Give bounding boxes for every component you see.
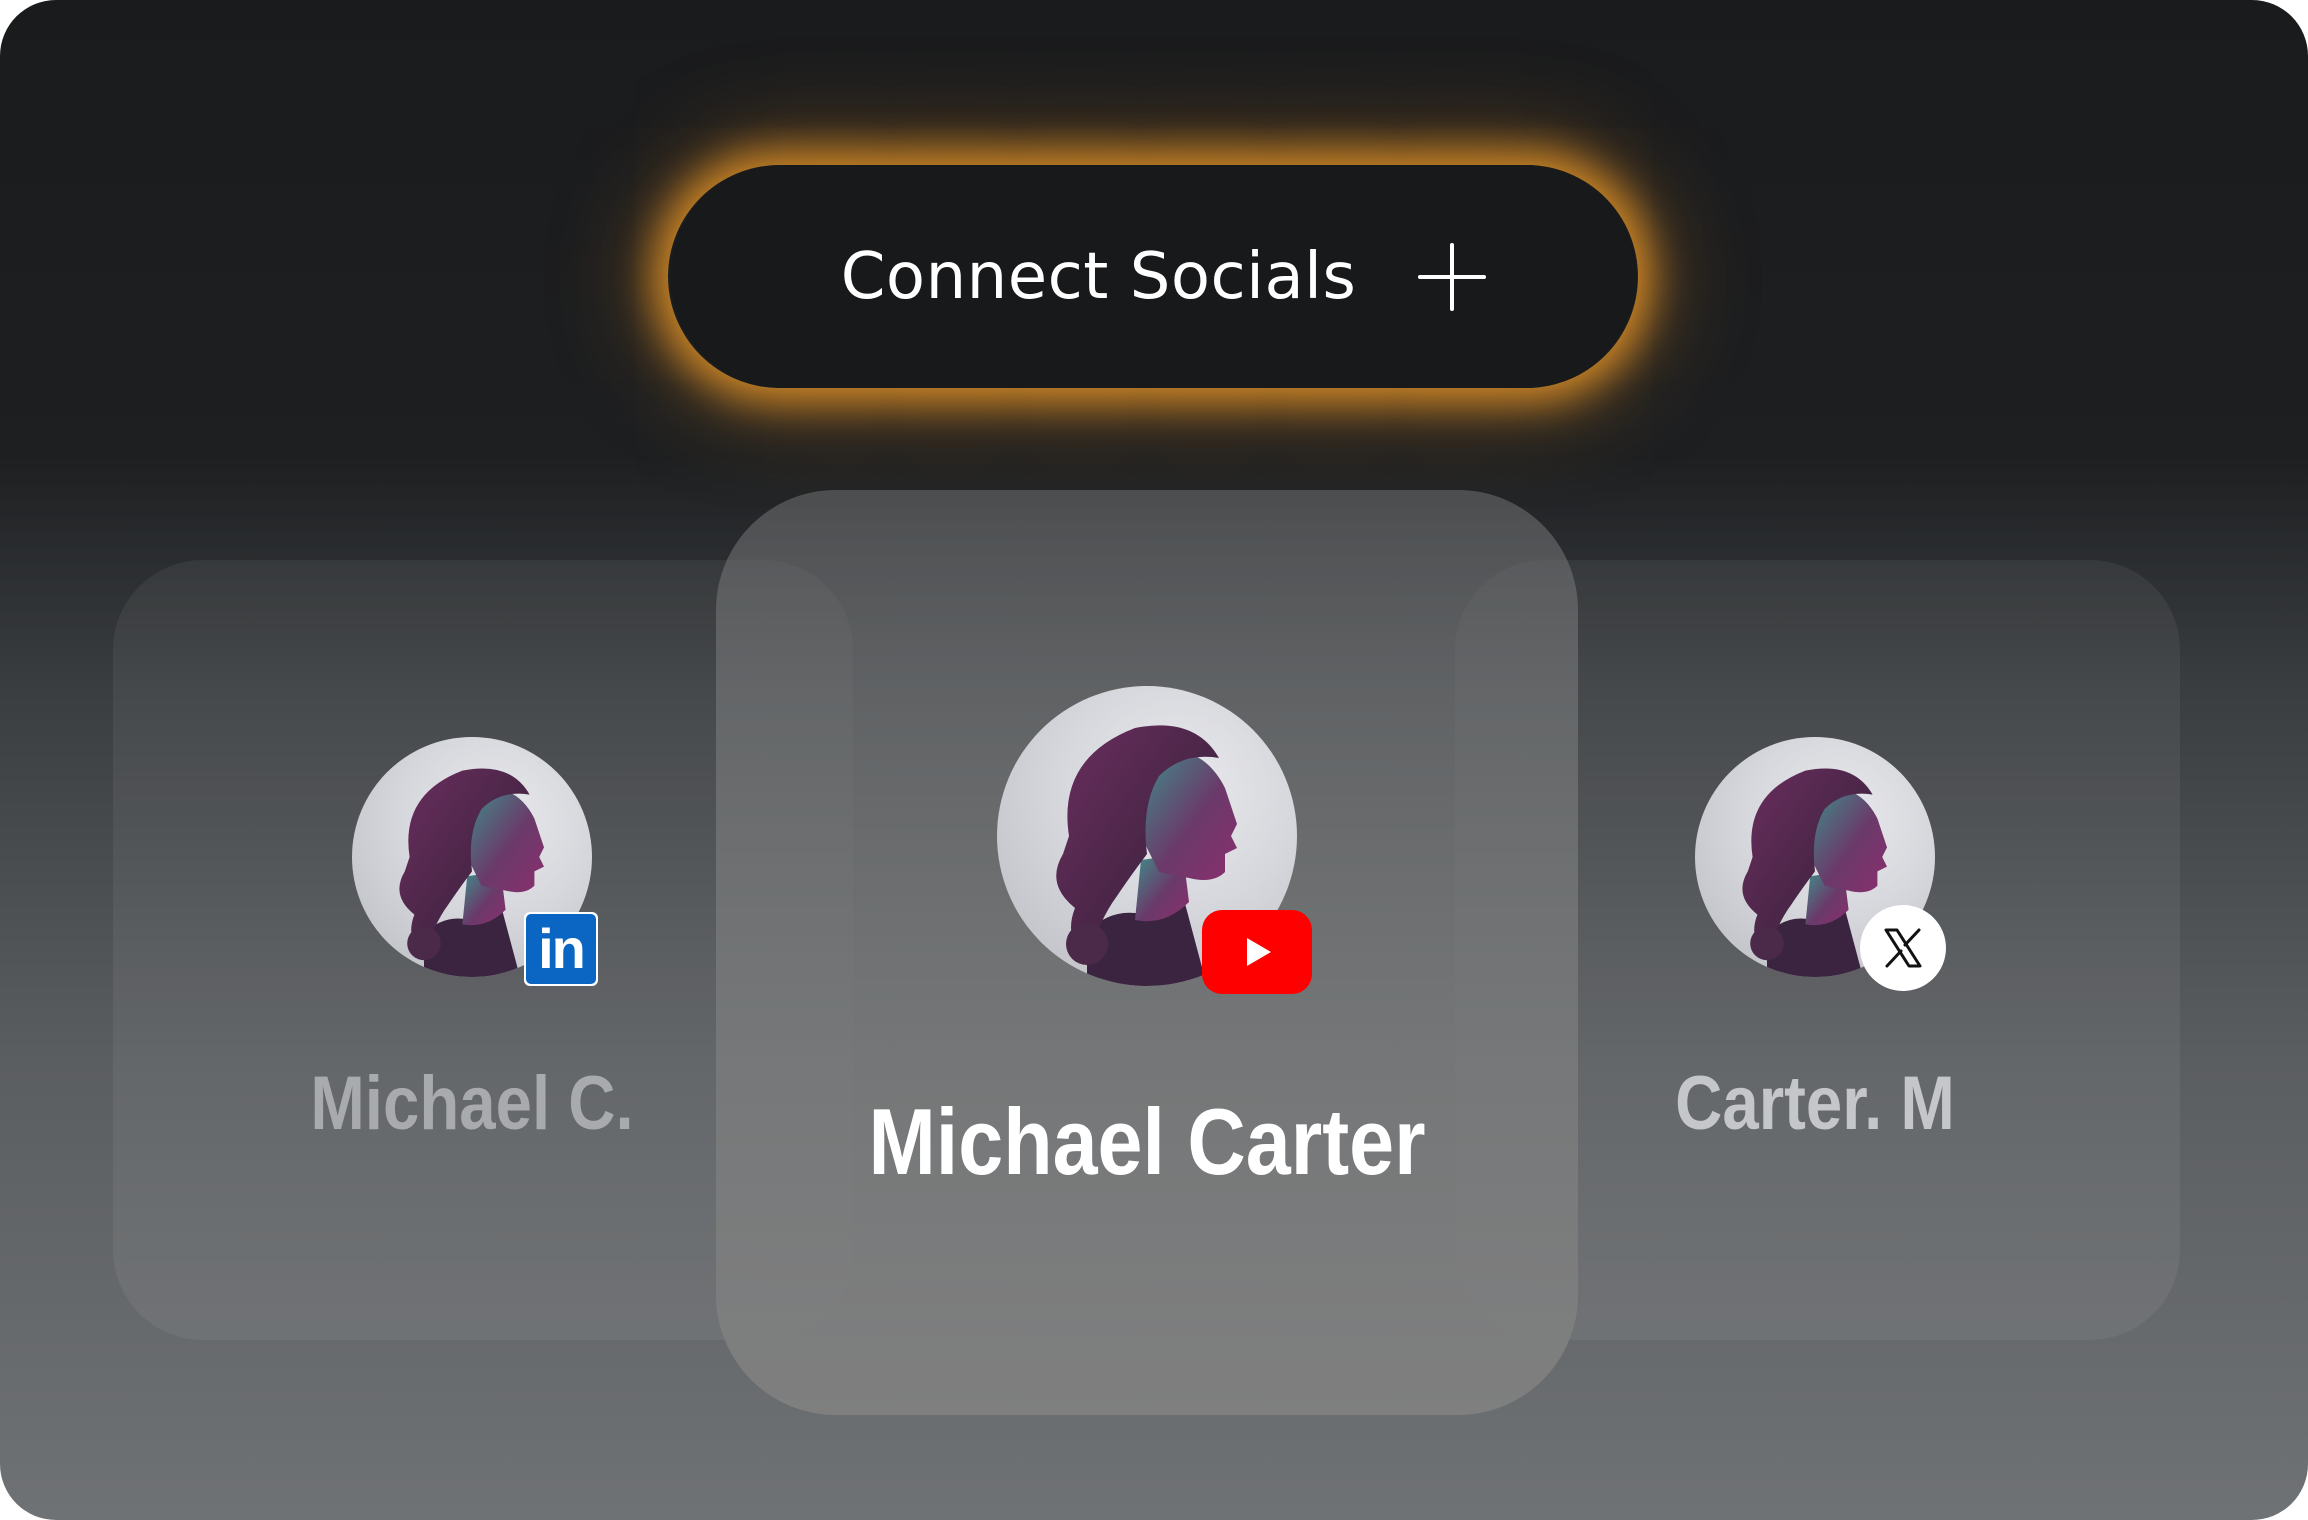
youtube-icon xyxy=(1202,910,1312,994)
linkedin-icon: in xyxy=(524,912,598,986)
connect-socials-button[interactable]: Connect Socials xyxy=(670,165,1637,388)
connect-socials-label: Connect Socials xyxy=(840,239,1357,314)
profile-name: Michael C. xyxy=(310,1061,634,1146)
play-icon xyxy=(1247,938,1271,966)
x-logo-icon xyxy=(1884,928,1922,968)
social-connect-panel: Connect Socials in Michael C. Michael Ca… xyxy=(0,0,2308,1520)
profile-name-selected: Michael Carter xyxy=(868,1089,1426,1194)
profile-name: Carter. M xyxy=(1675,1061,1955,1146)
linkedin-icon-text: in xyxy=(526,914,596,984)
plus-icon xyxy=(1418,242,1487,311)
x-icon xyxy=(1860,905,1946,991)
